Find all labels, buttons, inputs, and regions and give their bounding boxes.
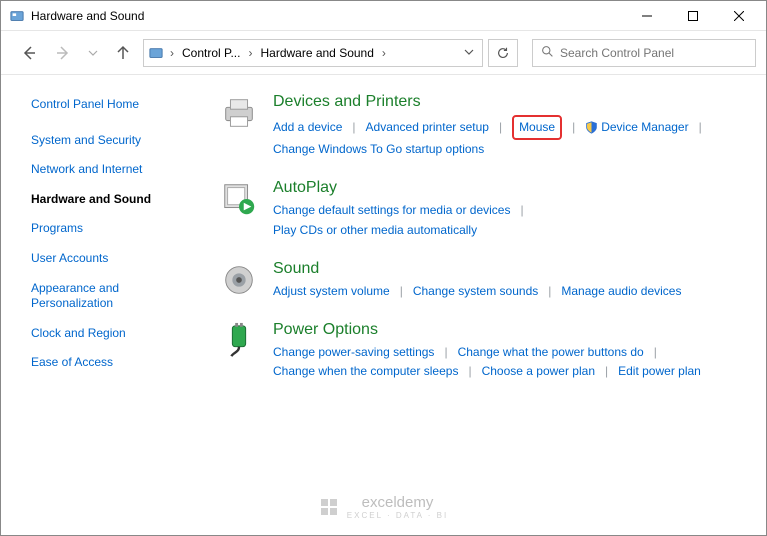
separator: | bbox=[520, 201, 523, 220]
separator: | bbox=[499, 118, 502, 137]
link-computer-sleeps[interactable]: Change when the computer sleeps bbox=[273, 362, 458, 381]
maximize-button[interactable] bbox=[670, 2, 716, 30]
body: Control Panel Home System and Security N… bbox=[1, 75, 766, 535]
highlight-mouse: Mouse bbox=[512, 115, 562, 140]
address-bar[interactable]: › Control P... › Hardware and Sound › bbox=[143, 39, 483, 67]
link-advanced-printer[interactable]: Advanced printer setup bbox=[366, 118, 489, 137]
sidebar-item-clock-region[interactable]: Clock and Region bbox=[31, 326, 201, 342]
separator: | bbox=[654, 343, 657, 362]
content: Devices and Printers Add a device | Adva… bbox=[211, 75, 766, 535]
link-adjust-volume[interactable]: Adjust system volume bbox=[273, 282, 390, 301]
minimize-button[interactable] bbox=[624, 2, 670, 30]
sidebar: Control Panel Home System and Security N… bbox=[1, 75, 211, 535]
sidebar-item-system-security[interactable]: System and Security bbox=[31, 133, 201, 149]
sidebar-item-hardware-sound[interactable]: Hardware and Sound bbox=[31, 192, 201, 208]
window-title: Hardware and Sound bbox=[31, 9, 144, 23]
link-mouse[interactable]: Mouse bbox=[519, 120, 555, 134]
category-title-devices[interactable]: Devices and Printers bbox=[273, 93, 421, 111]
link-power-saving[interactable]: Change power-saving settings bbox=[273, 343, 434, 362]
separator: | bbox=[572, 118, 575, 137]
search-input[interactable] bbox=[560, 46, 747, 60]
link-add-device[interactable]: Add a device bbox=[273, 118, 342, 137]
titlebar: Hardware and Sound bbox=[1, 1, 766, 31]
chevron-right-icon: › bbox=[168, 46, 176, 60]
link-change-sounds[interactable]: Change system sounds bbox=[413, 282, 538, 301]
link-autoplay-defaults[interactable]: Change default settings for media or dev… bbox=[273, 201, 510, 220]
chevron-right-icon: › bbox=[380, 46, 388, 60]
search-box[interactable] bbox=[532, 39, 756, 67]
link-windows-togo[interactable]: Change Windows To Go startup options bbox=[273, 140, 484, 159]
speaker-icon bbox=[219, 260, 259, 300]
category-devices-printers: Devices and Printers Add a device | Adva… bbox=[219, 93, 758, 159]
sidebar-item-appearance[interactable]: Appearance and Personalization bbox=[31, 281, 201, 312]
link-device-manager[interactable]: Device Manager bbox=[601, 118, 688, 137]
separator: | bbox=[444, 343, 447, 362]
back-button[interactable] bbox=[15, 39, 43, 67]
sidebar-item-network-internet[interactable]: Network and Internet bbox=[31, 162, 201, 178]
breadcrumb-control-panel[interactable]: Control P... bbox=[180, 46, 242, 60]
sidebar-item-home[interactable]: Control Panel Home bbox=[31, 97, 201, 113]
address-dropdown[interactable] bbox=[460, 46, 478, 60]
separator: | bbox=[548, 282, 551, 301]
recent-locations-dropdown[interactable] bbox=[83, 48, 103, 58]
power-icon bbox=[219, 321, 259, 361]
category-title-autoplay[interactable]: AutoPlay bbox=[273, 179, 337, 197]
sidebar-item-user-accounts[interactable]: User Accounts bbox=[31, 251, 201, 267]
sidebar-item-programs[interactable]: Programs bbox=[31, 221, 201, 237]
breadcrumb-hardware-sound[interactable]: Hardware and Sound bbox=[258, 46, 375, 60]
control-panel-icon bbox=[9, 8, 25, 24]
separator: | bbox=[400, 282, 403, 301]
separator: | bbox=[699, 118, 702, 137]
category-title-sound[interactable]: Sound bbox=[273, 260, 319, 278]
printer-icon bbox=[219, 93, 259, 133]
navbar: › Control P... › Hardware and Sound › bbox=[1, 31, 766, 75]
chevron-right-icon: › bbox=[246, 46, 254, 60]
category-autoplay: AutoPlay Change default settings for med… bbox=[219, 179, 758, 239]
sidebar-item-ease-access[interactable]: Ease of Access bbox=[31, 355, 201, 371]
link-manage-audio[interactable]: Manage audio devices bbox=[561, 282, 681, 301]
forward-button[interactable] bbox=[49, 39, 77, 67]
search-icon bbox=[541, 45, 554, 61]
category-title-power[interactable]: Power Options bbox=[273, 321, 378, 339]
link-edit-plan[interactable]: Edit power plan bbox=[618, 362, 701, 381]
link-power-buttons[interactable]: Change what the power buttons do bbox=[458, 343, 644, 362]
up-button[interactable] bbox=[109, 39, 137, 67]
separator: | bbox=[468, 362, 471, 381]
separator: | bbox=[352, 118, 355, 137]
refresh-button[interactable] bbox=[488, 39, 518, 67]
autoplay-icon bbox=[219, 179, 259, 219]
separator: | bbox=[605, 362, 608, 381]
shield-icon bbox=[585, 121, 598, 134]
address-icon bbox=[148, 45, 164, 61]
control-panel-window: Hardware and Sound › Cont bbox=[0, 0, 767, 536]
category-power: Power Options Change power-saving settin… bbox=[219, 321, 758, 381]
close-button[interactable] bbox=[716, 2, 762, 30]
link-play-cds[interactable]: Play CDs or other media automatically bbox=[273, 221, 477, 240]
link-choose-plan[interactable]: Choose a power plan bbox=[482, 362, 595, 381]
category-sound: Sound Adjust system volume | Change syst… bbox=[219, 260, 758, 301]
